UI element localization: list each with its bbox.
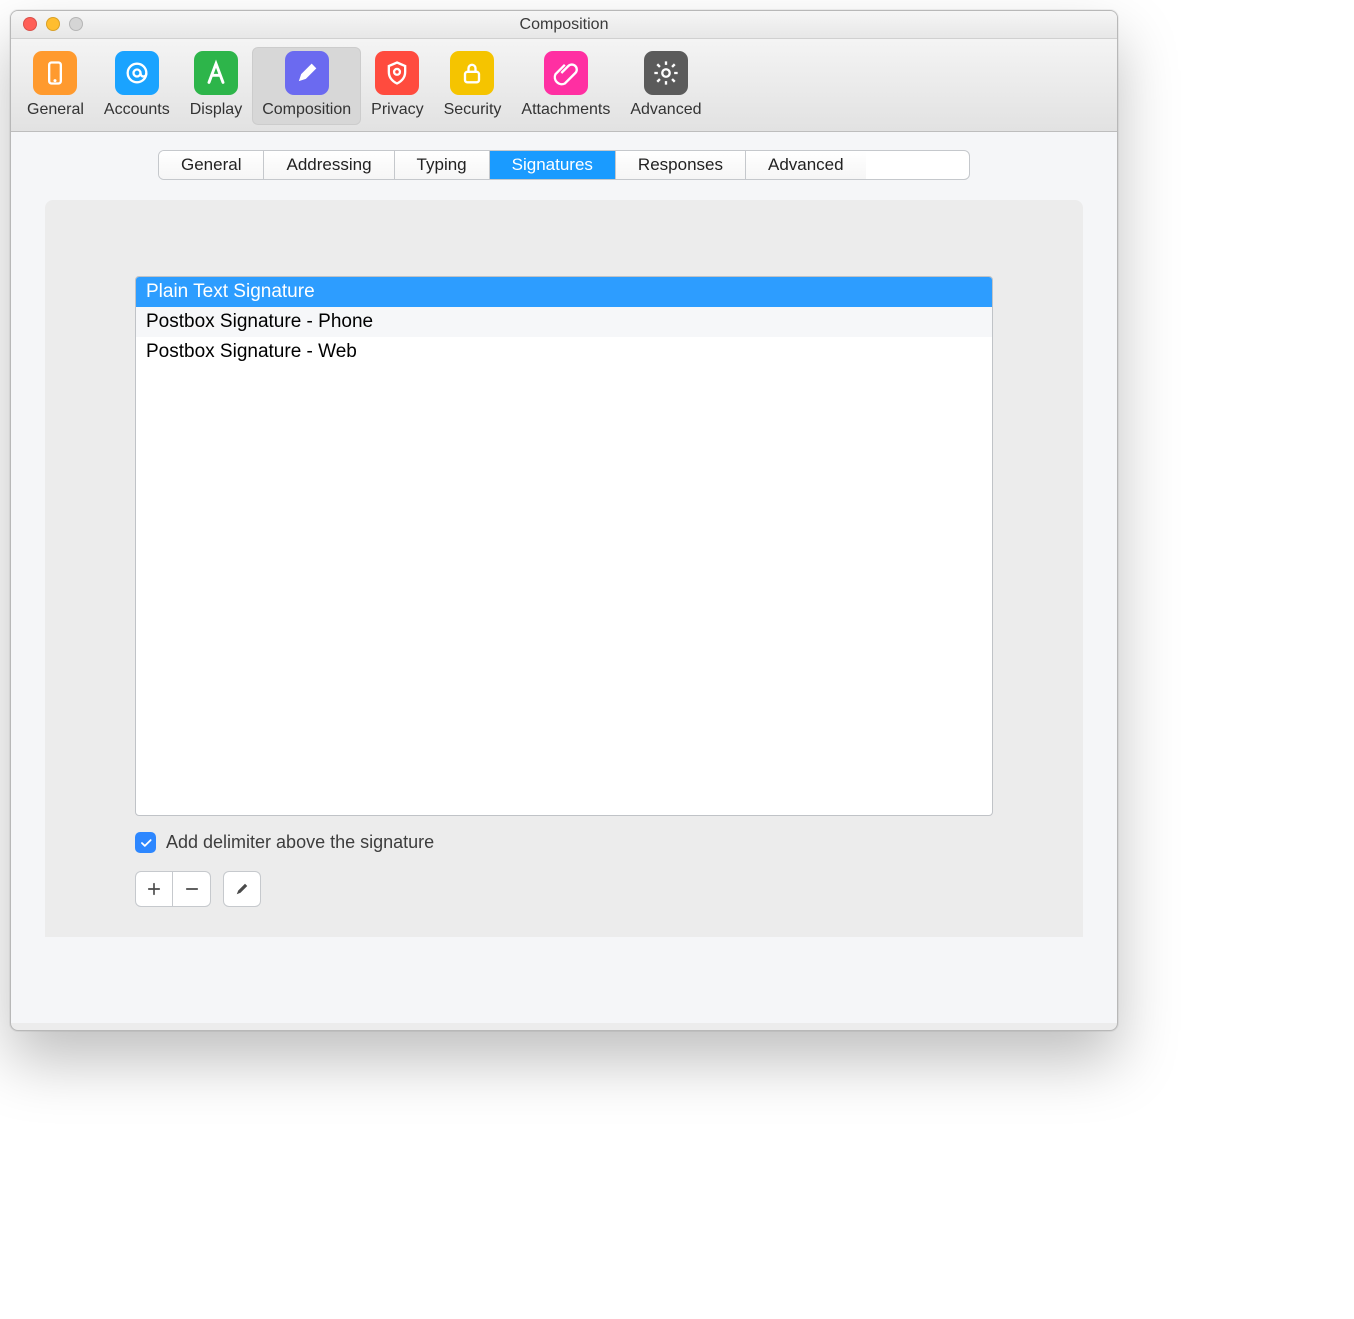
phone-icon bbox=[33, 51, 77, 95]
lock-icon bbox=[450, 51, 494, 95]
composition-tabs: General Addressing Typing Signatures Res… bbox=[158, 150, 970, 180]
paperclip-icon bbox=[544, 51, 588, 95]
toolbar-label: Privacy bbox=[371, 101, 423, 119]
toolbar-item-attachments[interactable]: Attachments bbox=[511, 47, 620, 125]
toolbar-item-composition[interactable]: Composition bbox=[252, 47, 361, 125]
tab-addressing[interactable]: Addressing bbox=[264, 151, 394, 179]
toolbar-item-display[interactable]: Display bbox=[180, 47, 252, 125]
toolbar-label: Security bbox=[444, 101, 502, 119]
minimize-window-button[interactable] bbox=[46, 17, 60, 31]
tab-general[interactable]: General bbox=[159, 151, 264, 179]
delimiter-row: Add delimiter above the signature bbox=[135, 832, 993, 853]
list-item[interactable]: Postbox Signature - Web bbox=[136, 337, 992, 367]
letter-a-icon bbox=[194, 51, 238, 95]
remove-signature-button[interactable] bbox=[173, 871, 211, 907]
toolbar-label: Accounts bbox=[104, 101, 170, 119]
signatures-list[interactable]: Plain Text Signature Postbox Signature -… bbox=[135, 276, 993, 816]
list-item[interactable]: Plain Text Signature bbox=[136, 277, 992, 307]
edit-signature-button[interactable] bbox=[223, 871, 261, 907]
pencil-icon bbox=[285, 51, 329, 95]
preferences-toolbar: General Accounts Display Composition Pri… bbox=[11, 39, 1117, 132]
tab-advanced[interactable]: Advanced bbox=[746, 151, 866, 179]
toolbar-label: Attachments bbox=[521, 101, 610, 119]
window-title: Composition bbox=[520, 16, 609, 34]
toolbar-item-accounts[interactable]: Accounts bbox=[94, 47, 180, 125]
signatures-panel: Plain Text Signature Postbox Signature -… bbox=[45, 200, 1083, 937]
toolbar-item-privacy[interactable]: Privacy bbox=[361, 47, 433, 125]
toolbar-label: General bbox=[27, 101, 84, 119]
shield-icon bbox=[375, 51, 419, 95]
delimiter-label: Add delimiter above the signature bbox=[166, 832, 434, 853]
signature-buttons bbox=[135, 871, 993, 907]
toolbar-label: Advanced bbox=[630, 101, 701, 119]
tab-responses[interactable]: Responses bbox=[616, 151, 746, 179]
zoom-window-button[interactable] bbox=[69, 17, 83, 31]
list-item[interactable]: Postbox Signature - Phone bbox=[136, 307, 992, 337]
tab-typing[interactable]: Typing bbox=[395, 151, 490, 179]
delimiter-checkbox[interactable] bbox=[135, 832, 156, 853]
toolbar-item-security[interactable]: Security bbox=[434, 47, 512, 125]
preferences-body: General Addressing Typing Signatures Res… bbox=[11, 132, 1117, 1023]
preferences-window: Composition General Accounts Display Com… bbox=[10, 10, 1118, 1031]
toolbar-label: Display bbox=[190, 101, 242, 119]
toolbar-item-advanced[interactable]: Advanced bbox=[620, 47, 711, 125]
add-signature-button[interactable] bbox=[135, 871, 173, 907]
at-icon bbox=[115, 51, 159, 95]
toolbar-item-general[interactable]: General bbox=[17, 47, 94, 125]
toolbar-label: Composition bbox=[262, 101, 351, 119]
titlebar: Composition bbox=[11, 11, 1117, 39]
tab-signatures[interactable]: Signatures bbox=[490, 151, 616, 179]
gear-icon bbox=[644, 51, 688, 95]
close-window-button[interactable] bbox=[23, 17, 37, 31]
